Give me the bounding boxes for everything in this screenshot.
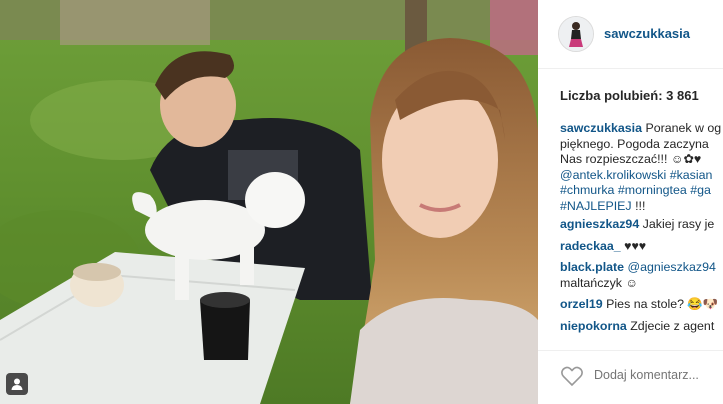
caption-line: #NAJLEPIEJ !!!	[560, 199, 723, 215]
caption-line: pięknego. Pogoda zaczyna	[560, 136, 709, 151]
comment-item: agnieszkaz94 Jakiej rasy je	[560, 217, 723, 233]
heart-icon[interactable]	[560, 365, 584, 387]
likes-count[interactable]: Liczba polubień: 3 861	[560, 88, 699, 103]
hashtag-link[interactable]: #morningtea	[618, 183, 687, 197]
comment-username[interactable]: radeckaa_	[560, 239, 621, 253]
comment-username[interactable]: orzel19	[560, 297, 603, 311]
hashtag-link[interactable]: #kasian	[670, 168, 713, 182]
caption-username[interactable]: sawczukkasia	[560, 121, 642, 135]
comment-username[interactable]: niepokorna	[560, 319, 627, 333]
mention-link[interactable]: @antek.krolikowski	[560, 168, 666, 182]
caption-line: Nas rozpieszczać!!! ☺✿♥	[560, 152, 702, 166]
tag-people-button[interactable]	[6, 373, 28, 395]
comment-text: Zdjecie z agent	[630, 318, 715, 333]
comment-username[interactable]: agnieszkaz94	[560, 217, 639, 231]
caption-line: #chmurka #morningtea #ga	[560, 183, 723, 199]
comment-item: orzel19 Pies na stole? 😂🐶	[560, 297, 723, 313]
comment-item: black.plate @agnieszkaz94	[560, 260, 723, 276]
post-footer	[538, 350, 723, 404]
header-username[interactable]: sawczukkasia	[604, 26, 690, 41]
comment-text: maltańczyk ☺	[560, 275, 639, 290]
comment-text: Jakiej rasy je	[642, 217, 715, 231]
add-comment-input[interactable]	[594, 368, 723, 382]
caption-line: @antek.krolikowski #kasian	[560, 168, 723, 184]
post-header: sawczukkasia	[538, 0, 723, 69]
comments-list: sawczukkasia Poranek w og pięknego. Pogo…	[560, 121, 723, 334]
caption-end-text: !!!	[635, 198, 646, 213]
avatar-image	[559, 17, 593, 51]
post-sidebar: sawczukkasia Liczba polubień: 3 861 sawc…	[538, 0, 723, 404]
person-tag-icon	[11, 378, 23, 390]
comment-item: niepokorna Zdjecie z agent	[560, 319, 723, 335]
caption-text: Poranek w og	[645, 121, 722, 135]
hashtag-link[interactable]: #NAJLEPIEJ	[560, 199, 632, 213]
comment-item: radeckaa_ ♥♥♥	[560, 239, 723, 255]
comment-text: Pies na stole? 😂🐶	[606, 297, 719, 311]
hashtag-link[interactable]: #ga	[690, 183, 711, 197]
photo-image	[0, 0, 538, 404]
avatar[interactable]	[558, 16, 594, 52]
mention-link[interactable]: @agnieszkaz94	[628, 260, 716, 274]
hashtag-link[interactable]: #chmurka	[560, 183, 614, 197]
comment-username[interactable]: black.plate	[560, 260, 624, 274]
post-photo[interactable]	[0, 0, 538, 404]
comment-text: ♥♥♥	[624, 238, 647, 253]
caption-line: sawczukkasia Poranek w og	[560, 121, 723, 137]
